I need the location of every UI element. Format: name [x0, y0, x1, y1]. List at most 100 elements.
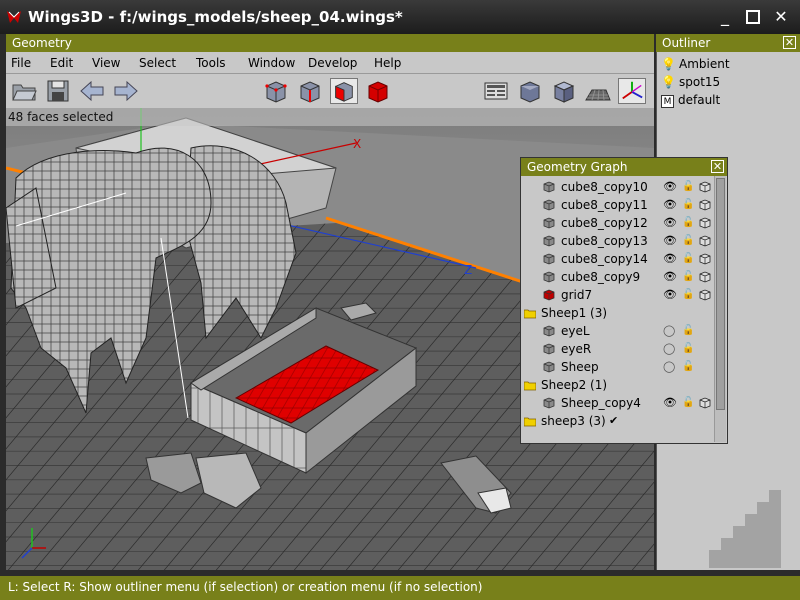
edge-mode-icon[interactable] [296, 78, 324, 104]
object-row[interactable]: cube8_copy14 👁 🔓 [521, 250, 715, 268]
lock-icon[interactable]: 🔓 [682, 250, 694, 268]
visible-eye-icon[interactable]: 👁 [663, 286, 677, 304]
object-row[interactable]: Sheep ◯ 🔓 [521, 358, 715, 376]
row-label: cube8_copy12 [561, 216, 648, 230]
object-row[interactable]: Sheep_copy4 👁 🔓 [521, 394, 715, 412]
folder-row[interactable]: Sheep1 (3) [521, 304, 715, 322]
lock-icon[interactable]: 🔓 [682, 196, 694, 214]
row-label: cube8_copy11 [561, 198, 648, 212]
object-row[interactable]: cube8_copy9 👁 🔓 [521, 268, 715, 286]
ground-plane-icon[interactable] [584, 78, 612, 104]
menu-bar: File Edit View Select Tools Window Devel… [6, 52, 654, 74]
menu-edit[interactable]: Edit [50, 56, 73, 70]
object-cube-icon [543, 181, 555, 193]
outliner-item-ambient[interactable]: 💡 Ambient [661, 55, 730, 73]
maximize-icon[interactable] [742, 7, 764, 27]
row-label: Sheep1 (3) [541, 306, 608, 320]
menu-develop[interactable]: Develop [308, 56, 357, 70]
visible-eye-icon[interactable]: 👁 [663, 178, 677, 196]
vertex-mode-icon[interactable] [262, 78, 290, 104]
geometry-graph-close-icon[interactable]: ✕ [711, 160, 724, 173]
folder-row[interactable]: Sheep2 (1) [521, 376, 715, 394]
watermark-logo [701, 490, 781, 568]
folder-icon [524, 417, 536, 427]
wireframe-toggle-icon[interactable] [699, 397, 711, 409]
wireframe-toggle-icon[interactable] [699, 289, 711, 301]
light-bulb-icon: 💡 [661, 75, 676, 89]
outliner-item-default[interactable]: Mdefault [661, 91, 720, 109]
hidden-eye-icon[interactable]: ◯ [663, 322, 675, 340]
outliner-item-label: spot15 [679, 75, 721, 89]
wireframe-toggle-icon[interactable] [699, 181, 711, 193]
object-row[interactable]: eyeL ◯ 🔓 [521, 322, 715, 340]
row-label: Sheep2 (1) [541, 378, 608, 392]
row-label: cube8_copy10 [561, 180, 648, 194]
hidden-eye-icon[interactable]: ◯ [663, 340, 675, 358]
menu-help[interactable]: Help [374, 56, 401, 70]
object-row[interactable]: cube8_copy12 👁 🔓 [521, 214, 715, 232]
lock-icon[interactable]: 🔓 [682, 322, 694, 340]
preferences-icon[interactable] [482, 78, 510, 104]
outliner-item-label: Ambient [679, 57, 730, 71]
undo-arrow-icon[interactable] [78, 78, 106, 104]
row-label: cube8_copy9 [561, 270, 641, 284]
visible-eye-icon[interactable]: 👁 [663, 232, 677, 250]
save-disk-icon[interactable] [44, 78, 72, 104]
menu-view[interactable]: View [92, 56, 120, 70]
lock-icon[interactable]: 🔓 [682, 358, 694, 376]
object-cube-icon [543, 325, 555, 337]
body-mode-icon[interactable] [364, 78, 392, 104]
row-label: eyeR [561, 342, 592, 356]
minimize-icon[interactable]: _ [714, 7, 736, 27]
wireframe-toggle-icon[interactable] [699, 271, 711, 283]
row-label: Sheep_copy4 [561, 396, 641, 410]
close-icon[interactable]: ✕ [770, 7, 792, 27]
geometry-panel-header: Geometry [6, 34, 654, 52]
smooth-shading-icon[interactable] [516, 78, 544, 104]
wireframe-toggle-icon[interactable] [699, 253, 711, 265]
outliner-close-icon[interactable]: ✕ [783, 36, 796, 49]
lock-icon[interactable]: 🔓 [682, 178, 694, 196]
wireframe-toggle-icon[interactable] [699, 199, 711, 211]
menu-tools[interactable]: Tools [196, 56, 226, 70]
folder-icon [524, 309, 536, 319]
face-mode-icon[interactable] [330, 78, 358, 104]
geometry-graph-scrollbar[interactable] [714, 176, 726, 442]
hidden-eye-icon[interactable]: ◯ [663, 358, 675, 376]
object-row[interactable]: cube8_copy13 👁 🔓 [521, 232, 715, 250]
menu-file[interactable]: File [11, 56, 31, 70]
open-folder-icon[interactable] [10, 78, 38, 104]
object-row[interactable]: cube8_copy11 👁 🔓 [521, 196, 715, 214]
flat-shading-icon[interactable] [550, 78, 578, 104]
object-row[interactable]: grid7 👁 🔓 [521, 286, 715, 304]
visible-eye-icon[interactable]: 👁 [663, 196, 677, 214]
menu-window[interactable]: Window [248, 56, 295, 70]
redo-arrow-icon[interactable] [112, 78, 140, 104]
scrollbar-thumb[interactable] [716, 178, 725, 410]
toolbar [6, 74, 654, 108]
lock-icon[interactable]: 🔓 [682, 340, 694, 358]
wireframe-toggle-icon[interactable] [699, 235, 711, 247]
selection-status: 48 faces selected [6, 108, 654, 126]
lock-icon[interactable]: 🔓 [682, 232, 694, 250]
visible-eye-icon[interactable]: 👁 [663, 214, 677, 232]
row-label: cube8_copy13 [561, 234, 648, 248]
lock-icon[interactable]: 🔓 [682, 286, 694, 304]
wireframe-toggle-icon[interactable] [699, 217, 711, 229]
geometry-graph-header[interactable]: Geometry Graph ✕ [521, 158, 727, 176]
object-cube-icon [543, 235, 555, 247]
lock-icon[interactable]: 🔓 [682, 214, 694, 232]
object-row[interactable]: eyeR ◯ 🔓 [521, 340, 715, 358]
visible-eye-icon[interactable]: 👁 [663, 268, 677, 286]
folder-row[interactable]: sheep3 (3) ✔ [521, 412, 715, 430]
visible-eye-icon[interactable]: 👁 [663, 394, 677, 412]
visible-eye-icon[interactable]: 👁 [663, 250, 677, 268]
lock-icon[interactable]: 🔓 [682, 268, 694, 286]
object-row[interactable]: cube8_copy10 👁 🔓 [521, 178, 715, 196]
lock-icon[interactable]: 🔓 [682, 394, 694, 412]
row-label: sheep3 (3) [541, 414, 606, 428]
light-bulb-icon: 💡 [661, 57, 676, 71]
axes-icon[interactable] [618, 78, 646, 104]
menu-select[interactable]: Select [139, 56, 176, 70]
outliner-item-spot15[interactable]: 💡 spot15 [661, 73, 720, 91]
